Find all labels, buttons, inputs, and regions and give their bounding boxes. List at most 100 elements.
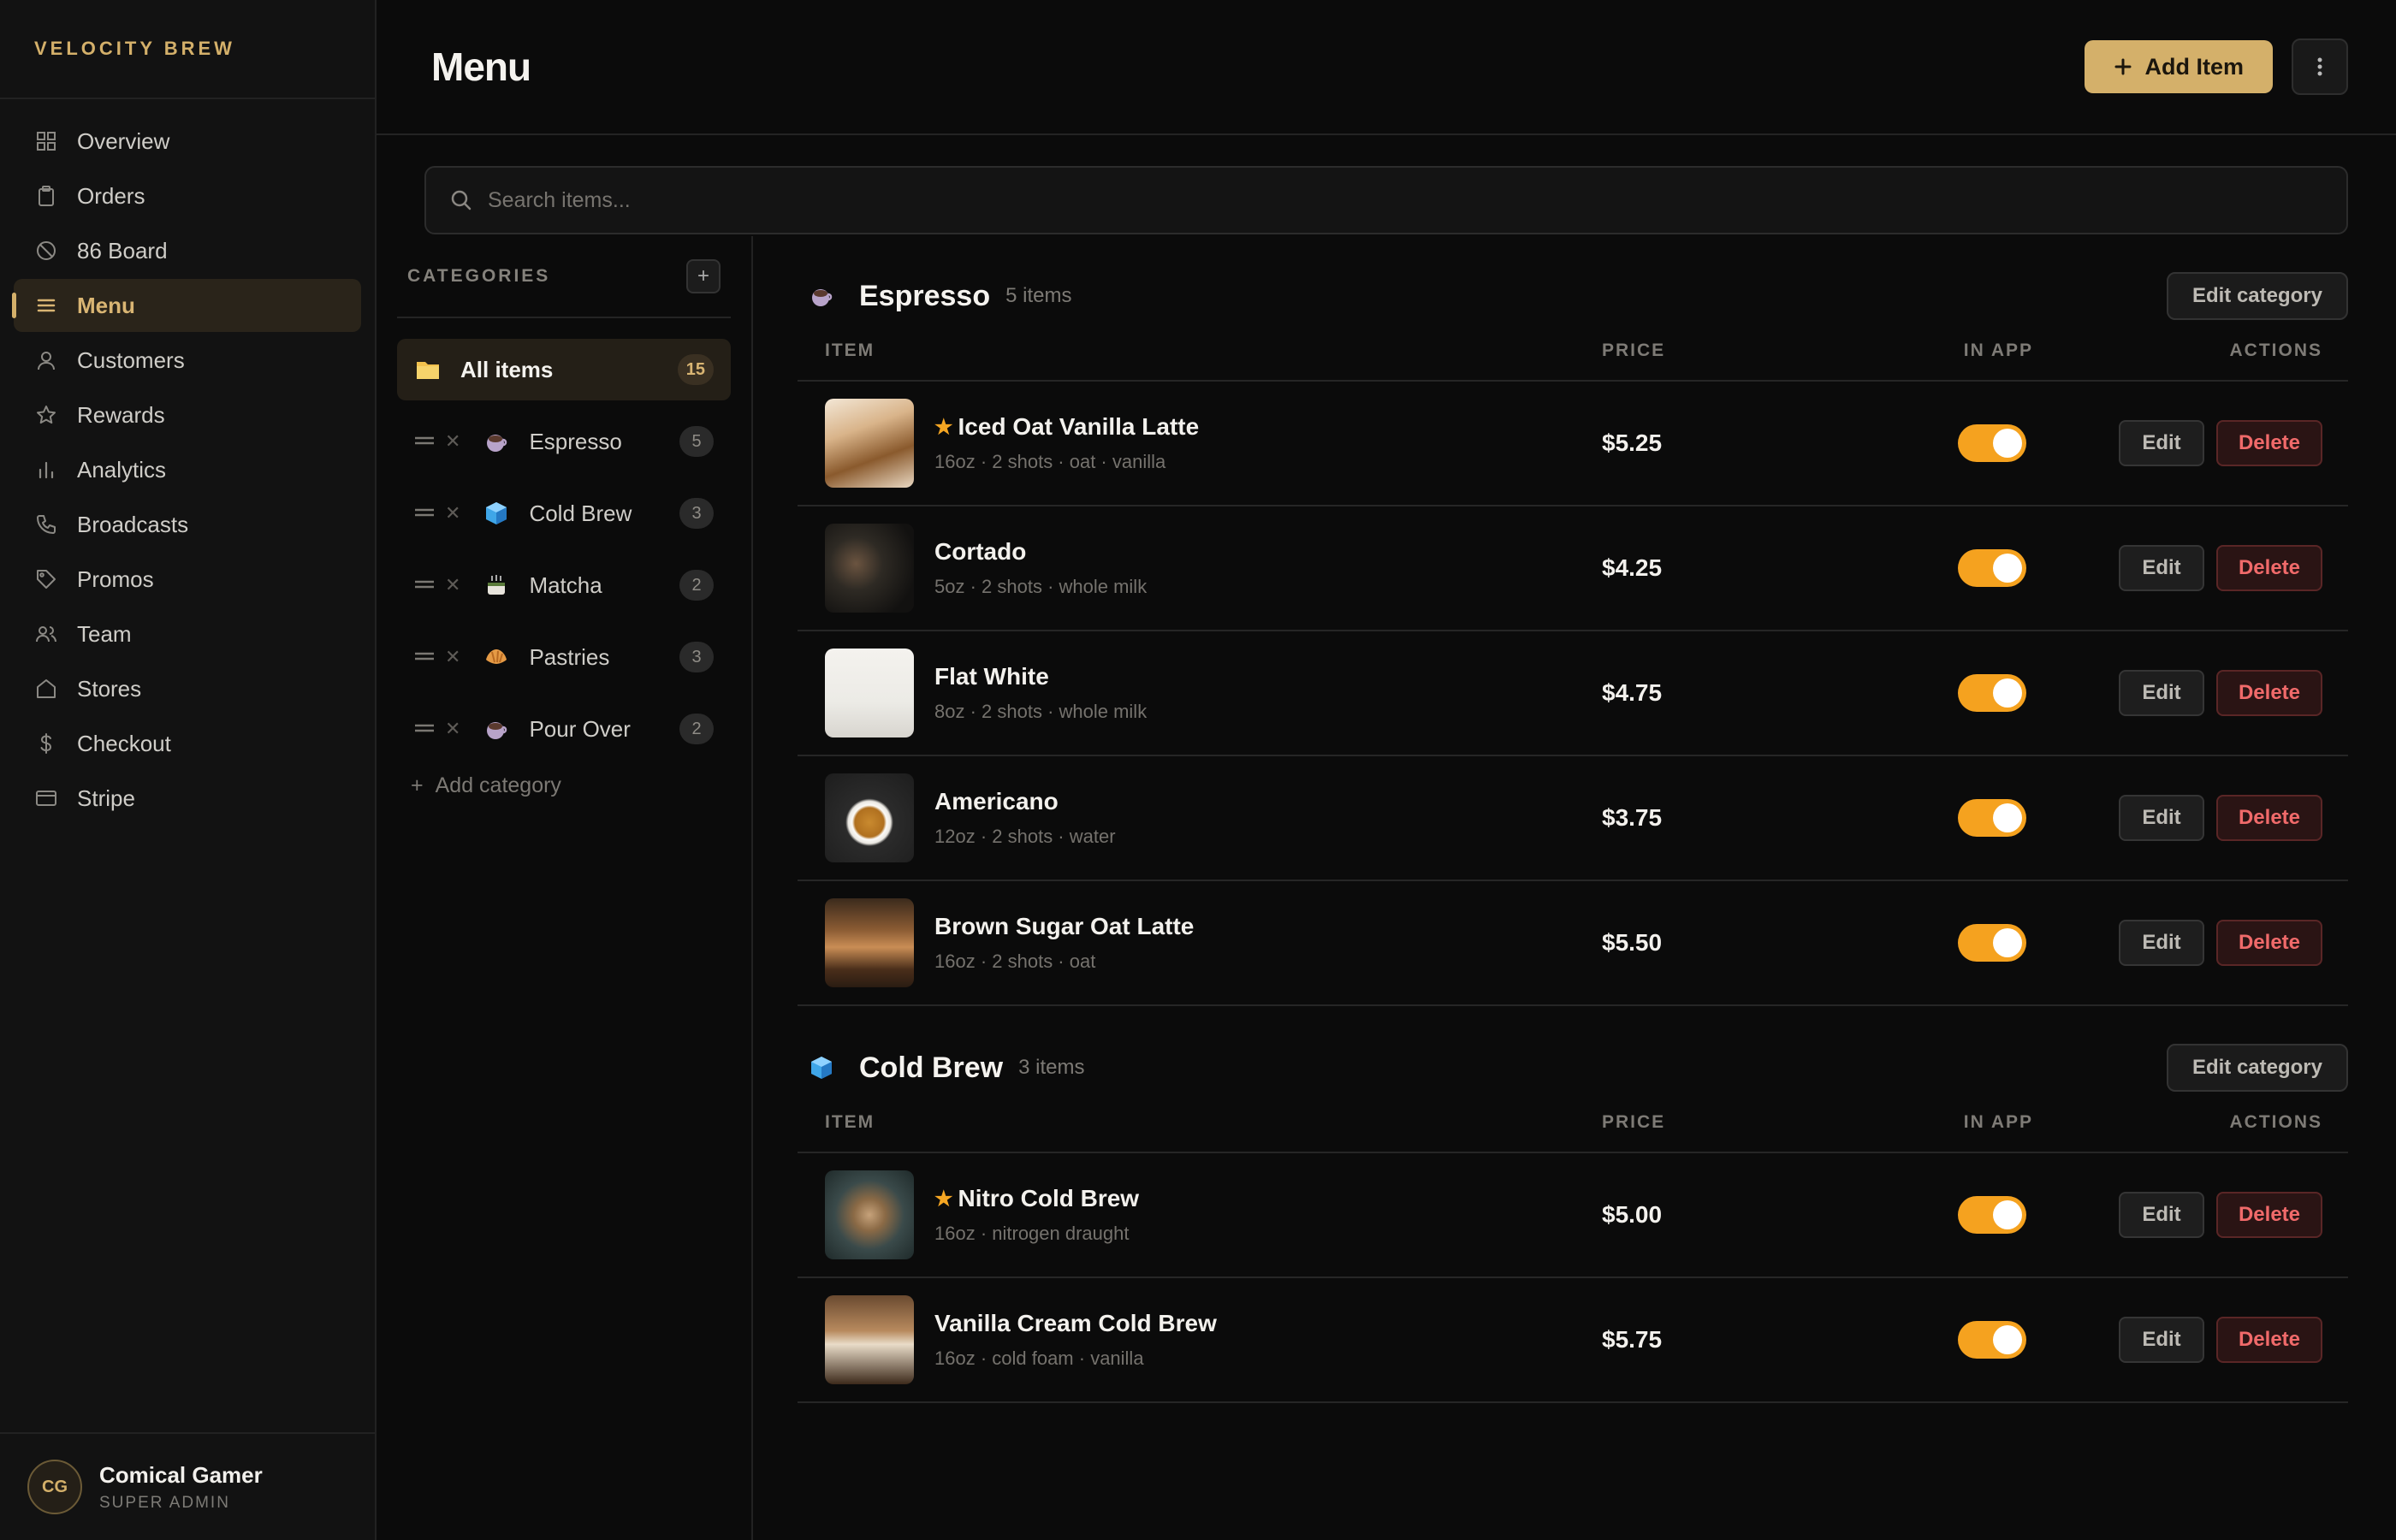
edit-button[interactable]: Edit xyxy=(2119,545,2204,591)
category-label: Pastries xyxy=(529,643,610,670)
add-category-link[interactable]: + Add category xyxy=(411,773,751,798)
search-input[interactable] xyxy=(488,187,2028,213)
plus-icon: + xyxy=(411,773,424,797)
delete-button[interactable]: Delete xyxy=(2216,795,2322,841)
categories-panel: CATEGORIES + All items 15 ✕ Espresso 5 ✕… xyxy=(377,236,753,1540)
edit-button[interactable]: Edit xyxy=(2119,920,2204,966)
item-name: Vanilla Cream Cold Brew xyxy=(934,1310,1217,1336)
item-thumbnail xyxy=(825,524,914,613)
store-icon xyxy=(34,677,58,701)
edit-button[interactable]: Edit xyxy=(2119,1317,2204,1363)
add-category-icon-button[interactable]: + xyxy=(686,259,721,293)
add-item-button[interactable]: Add Item xyxy=(2085,40,2273,93)
category-item-espresso[interactable]: ✕ Espresso 5 xyxy=(397,411,731,472)
category-label: Cold Brew xyxy=(529,500,632,526)
table-row[interactable]: Flat White 8oz · 2 shots · whole milk $4… xyxy=(798,631,2348,756)
item-name: Nitro Cold Brew xyxy=(958,1185,1140,1211)
sidebar-nav: Overview Orders 86 Board Menu Customers … xyxy=(0,99,375,825)
delete-button[interactable]: Delete xyxy=(2216,1317,2322,1363)
sidebar-item-stores[interactable]: Stores xyxy=(14,662,361,715)
table-row[interactable]: Cortado 5oz · 2 shots · whole milk $4.25… xyxy=(798,506,2348,631)
edit-button[interactable]: Edit xyxy=(2119,795,2204,841)
item-name: Iced Oat Vanilla Latte xyxy=(958,413,1200,440)
drag-handle-icon[interactable] xyxy=(414,504,435,524)
category-icon xyxy=(804,279,839,313)
category-item-cold-brew[interactable]: ✕ Cold Brew 3 xyxy=(397,483,731,544)
remove-icon[interactable]: ✕ xyxy=(445,502,460,524)
category-all-items[interactable]: All items 15 xyxy=(397,339,731,400)
column-in-app: IN APP xyxy=(1963,1112,2033,1132)
sidebar-item-promos[interactable]: Promos xyxy=(14,553,361,606)
item-thumbnail xyxy=(825,773,914,862)
category-item-pour-over[interactable]: ✕ Pour Over 2 xyxy=(397,698,731,760)
edit-button[interactable]: Edit xyxy=(2119,1192,2204,1238)
edit-category-button[interactable]: Edit category xyxy=(2166,1044,2348,1092)
sidebar-item-rewards[interactable]: Rewards xyxy=(14,388,361,441)
remove-icon[interactable]: ✕ xyxy=(445,646,460,668)
table-row[interactable]: Brown Sugar Oat Latte 16oz · 2 shots · o… xyxy=(798,881,2348,1006)
in-app-cell xyxy=(1893,549,2047,587)
user-icon xyxy=(34,348,58,372)
item-cell: Flat White 8oz · 2 shots · whole milk xyxy=(798,649,1602,737)
edit-category-button[interactable]: Edit category xyxy=(2166,272,2348,320)
remove-icon[interactable]: ✕ xyxy=(445,430,460,453)
item-name-line: Flat White xyxy=(934,663,1147,690)
in-app-cell xyxy=(1893,1196,2047,1234)
table-row[interactable]: Americano 12oz · 2 shots · water $3.75 E… xyxy=(798,756,2348,881)
sidebar-item-team[interactable]: Team xyxy=(14,607,361,660)
sidebar-item-broadcasts[interactable]: Broadcasts xyxy=(14,498,361,551)
sidebar-item-menu[interactable]: Menu xyxy=(12,279,361,332)
sidebar-item-orders[interactable]: Orders xyxy=(14,169,361,222)
in-app-toggle[interactable] xyxy=(1958,924,2026,962)
drag-handle-icon[interactable] xyxy=(414,720,435,739)
table-row[interactable]: ★ Iced Oat Vanilla Latte 16oz · 2 shots … xyxy=(798,382,2348,506)
dollar-icon xyxy=(34,732,58,755)
section-title: Cold Brew xyxy=(859,1051,1004,1084)
search-bar[interactable] xyxy=(424,166,2348,234)
item-thumbnail xyxy=(825,399,914,488)
item-name-line: Brown Sugar Oat Latte xyxy=(934,913,1194,940)
delete-button[interactable]: Delete xyxy=(2216,920,2322,966)
brand-logo: VELOCITY BREW xyxy=(0,0,375,99)
more-options-button[interactable] xyxy=(2292,38,2348,95)
sidebar-item-overview[interactable]: Overview xyxy=(14,115,361,168)
sidebar-item-label: Menu xyxy=(77,292,135,318)
remove-icon[interactable]: ✕ xyxy=(445,718,460,740)
category-item-matcha[interactable]: ✕ Matcha 2 xyxy=(397,554,731,616)
in-app-toggle[interactable] xyxy=(1958,1196,2026,1234)
drag-handle-icon[interactable] xyxy=(414,576,435,595)
item-cell: Brown Sugar Oat Latte 16oz · 2 shots · o… xyxy=(798,898,1602,987)
category-item-pastries[interactable]: ✕ Pastries 3 xyxy=(397,626,731,688)
in-app-toggle[interactable] xyxy=(1958,549,2026,587)
sidebar-item-86-board[interactable]: 86 Board xyxy=(14,224,361,277)
in-app-toggle[interactable] xyxy=(1958,674,2026,712)
category-icon xyxy=(483,428,510,455)
delete-button[interactable]: Delete xyxy=(2216,1192,2322,1238)
delete-button[interactable]: Delete xyxy=(2216,420,2322,466)
drag-handle-icon[interactable] xyxy=(414,648,435,667)
delete-button[interactable]: Delete xyxy=(2216,670,2322,716)
edit-button[interactable]: Edit xyxy=(2119,420,2204,466)
in-app-toggle[interactable] xyxy=(1958,799,2026,837)
sidebar-item-customers[interactable]: Customers xyxy=(14,334,361,387)
sidebar-item-checkout[interactable]: Checkout xyxy=(14,717,361,770)
item-name: Flat White xyxy=(934,663,1049,690)
table-row[interactable]: ★ Nitro Cold Brew 16oz · nitrogen draugh… xyxy=(798,1153,2348,1278)
table-row[interactable]: Vanilla Cream Cold Brew 16oz · cold foam… xyxy=(798,1278,2348,1403)
user-profile[interactable]: CG Comical Gamer SUPER ADMIN xyxy=(0,1432,375,1540)
category-icon xyxy=(483,643,510,671)
in-app-cell xyxy=(1893,1321,2047,1359)
drag-handle-icon[interactable] xyxy=(414,432,435,452)
sidebar-item-analytics[interactable]: Analytics xyxy=(14,443,361,496)
category-count: 5 xyxy=(679,426,714,457)
in-app-toggle[interactable] xyxy=(1958,424,2026,462)
actions-cell: Edit Delete xyxy=(2047,920,2348,966)
sidebar-item-label: Stripe xyxy=(77,785,135,811)
category-all-label: All items xyxy=(460,356,554,382)
category-icon xyxy=(483,572,510,599)
edit-button[interactable]: Edit xyxy=(2119,670,2204,716)
delete-button[interactable]: Delete xyxy=(2216,545,2322,591)
in-app-toggle[interactable] xyxy=(1958,1321,2026,1359)
remove-icon[interactable]: ✕ xyxy=(445,574,460,596)
sidebar-item-stripe[interactable]: Stripe xyxy=(14,772,361,825)
